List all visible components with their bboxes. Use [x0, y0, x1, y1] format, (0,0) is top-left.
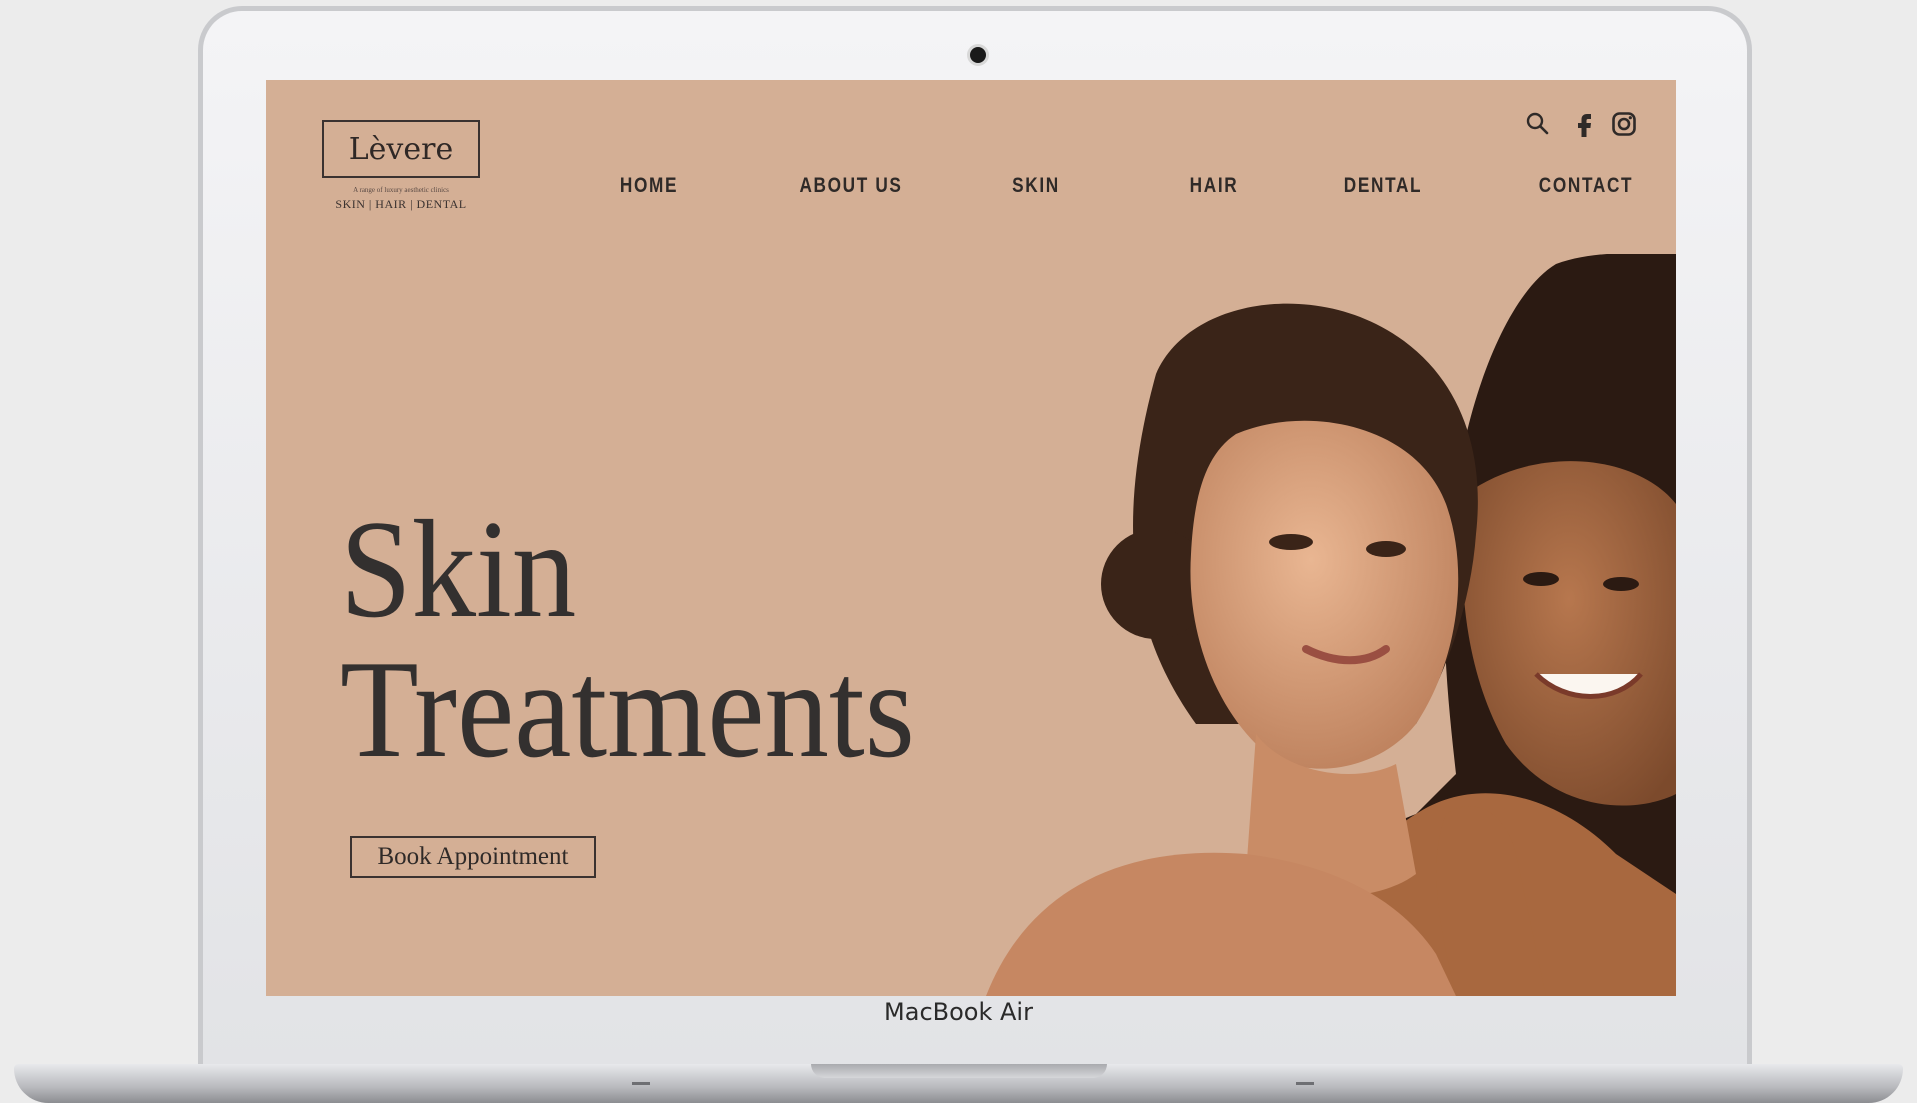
nav-skin[interactable]: SKIN — [1007, 174, 1065, 198]
nav-home[interactable]: HOME — [614, 174, 685, 198]
laptop-foot — [632, 1082, 650, 1085]
hero-photo — [986, 254, 1676, 996]
screen: Lèvere A range of luxury aesthetic clini… — [266, 80, 1676, 996]
laptop-notch — [811, 1064, 1107, 1078]
hero-title: Skin Treatments — [340, 500, 915, 780]
facebook-icon[interactable] — [1571, 110, 1599, 138]
hero-title-line-2: Treatments — [340, 632, 915, 787]
device-label: MacBook Air — [884, 998, 1033, 1026]
instagram-icon[interactable] — [1610, 110, 1638, 138]
logo-tagline: A range of luxury aesthetic clinics — [353, 186, 449, 194]
nav-hair[interactable]: HAIR — [1184, 174, 1243, 198]
logo-services: SKIN | HAIR | DENTAL — [335, 197, 467, 211]
site-logo[interactable]: Lèvere — [322, 120, 480, 178]
nav-contact[interactable]: CONTACT — [1528, 174, 1643, 198]
nav-dental[interactable]: DENTAL — [1335, 174, 1431, 198]
book-appointment-button[interactable]: Book Appointment — [350, 836, 596, 878]
nav-about-us[interactable]: ABOUT US — [788, 174, 914, 198]
hero-title-line-1: Skin — [340, 492, 577, 647]
laptop-foot — [1296, 1082, 1314, 1085]
logo-text: Lèvere — [348, 131, 454, 167]
search-icon[interactable] — [1524, 110, 1552, 138]
camera-icon — [970, 47, 986, 63]
